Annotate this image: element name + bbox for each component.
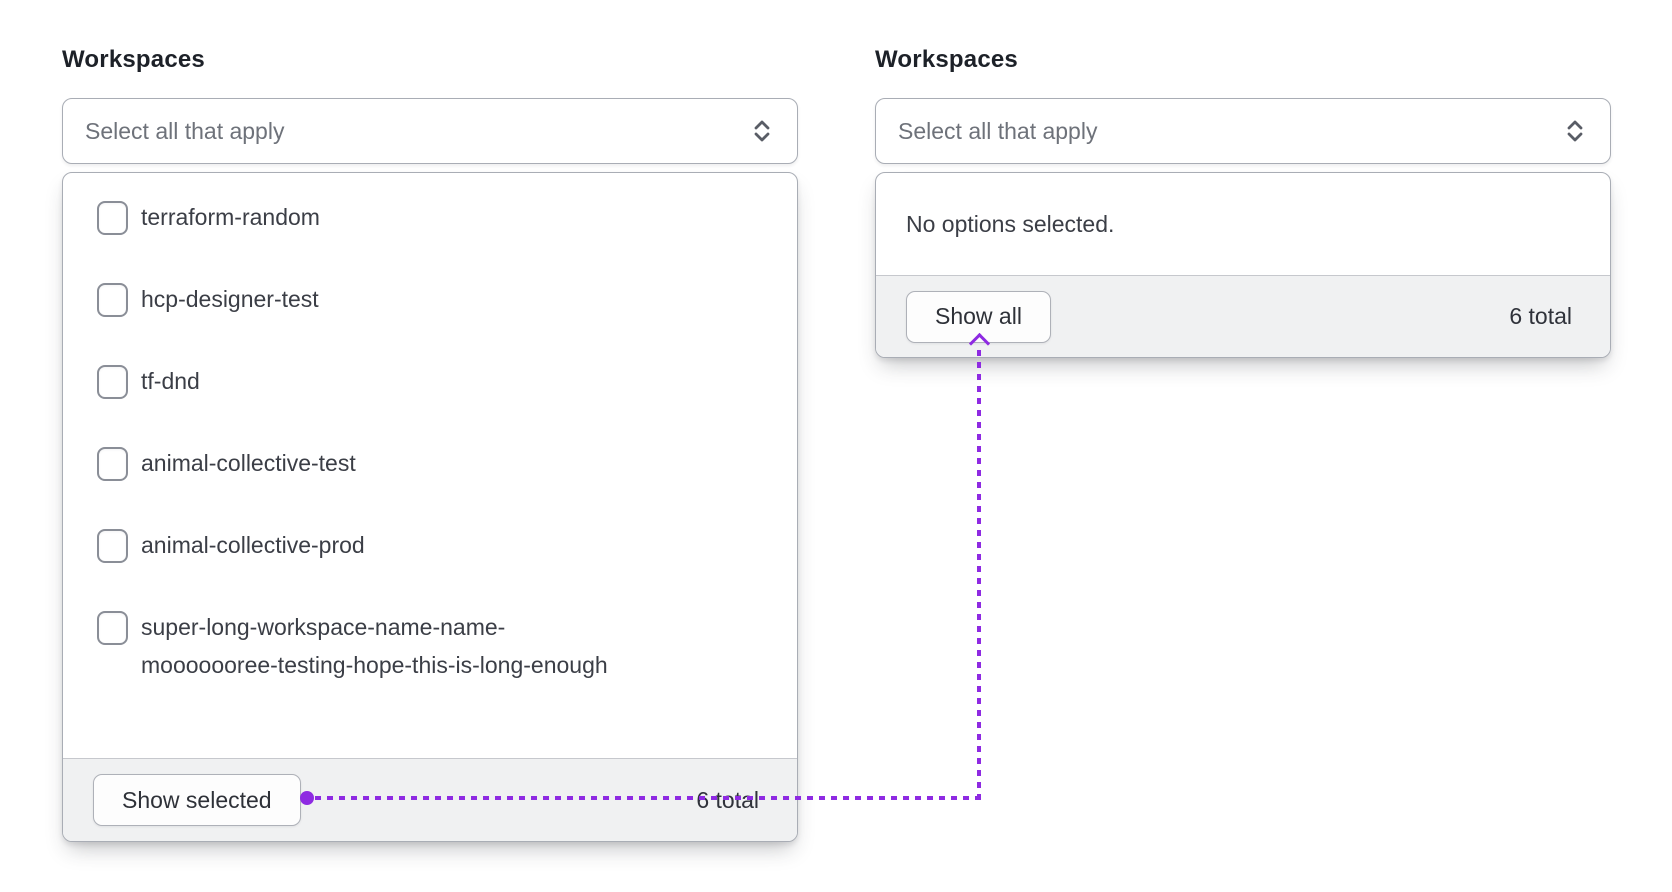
select-placeholder: Select all that apply — [898, 117, 1098, 144]
show-selected-button[interactable]: Show selected — [93, 774, 301, 826]
page: Workspaces Select all that apply terrafo… — [0, 0, 1672, 892]
annotation-dotted-line-vertical — [977, 350, 981, 800]
workspaces-label-left: Workspaces — [62, 46, 205, 73]
caret-sort-icon — [1567, 120, 1583, 142]
option-row[interactable]: hcp-designer-test — [97, 280, 773, 318]
workspaces-select-right[interactable]: Select all that apply — [875, 98, 1611, 164]
option-label: animal-collective-test — [141, 450, 356, 476]
option-checkbox[interactable] — [97, 447, 128, 481]
option-label: hcp-designer-test — [141, 286, 319, 312]
option-row[interactable]: animal-collective-prod — [97, 526, 773, 564]
total-count: 6 total — [696, 786, 759, 813]
option-row[interactable]: tf-dnd — [97, 362, 773, 400]
empty-state-message: No options selected. — [906, 210, 1115, 237]
select-placeholder: Select all that apply — [85, 117, 285, 144]
option-label: tf-dnd — [141, 368, 200, 394]
option-checkbox[interactable] — [97, 529, 128, 563]
option-label: super-long-workspace-name-name- moooooor… — [141, 614, 608, 678]
workspaces-select-left[interactable]: Select all that apply — [62, 98, 798, 164]
show-all-button[interactable]: Show all — [906, 290, 1051, 343]
workspaces-dropdown-open: terraform-random hcp-designer-test tf-dn… — [62, 172, 798, 842]
option-row[interactable]: animal-collective-test — [97, 444, 773, 482]
caret-sort-icon — [754, 120, 770, 142]
option-checkbox[interactable] — [97, 365, 128, 399]
total-count: 6 total — [1509, 303, 1572, 329]
option-row[interactable]: terraform-random — [97, 198, 773, 236]
option-label: terraform-random — [141, 204, 320, 230]
option-label: animal-collective-prod — [141, 532, 365, 558]
option-row[interactable]: super-long-workspace-name-name- moooooor… — [97, 608, 773, 684]
option-checkbox[interactable] — [97, 201, 128, 235]
dropdown-footer: Show selected 6 total — [63, 758, 797, 841]
dropdown-footer: Show all 6 total — [876, 275, 1610, 357]
workspaces-label-right: Workspaces — [875, 46, 1018, 73]
option-checkbox[interactable] — [97, 611, 128, 645]
option-checkbox[interactable] — [97, 283, 128, 317]
options-list: terraform-random hcp-designer-test tf-dn… — [63, 173, 797, 758]
workspaces-dropdown-empty: No options selected. Show all 6 total — [875, 172, 1611, 358]
